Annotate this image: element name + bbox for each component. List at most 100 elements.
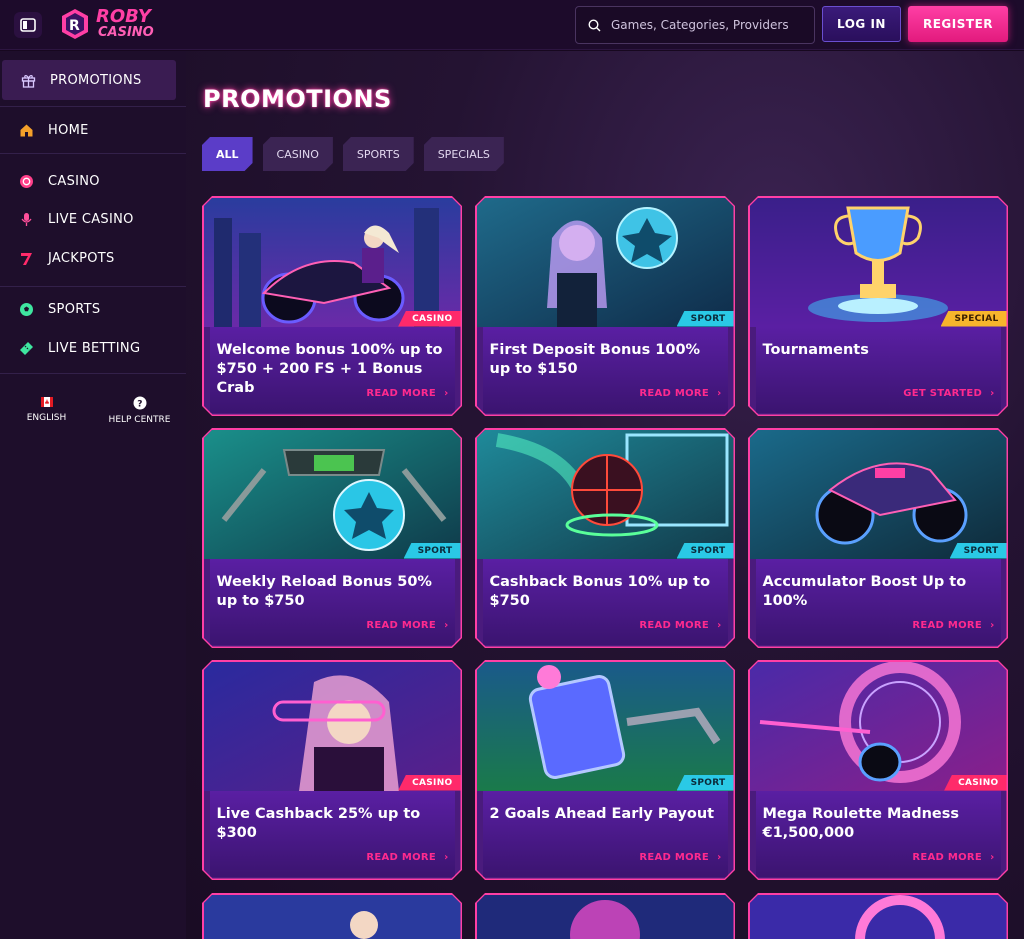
promo-card-partial[interactable] [475, 893, 735, 939]
tab-sports[interactable]: SPORTS [343, 137, 414, 171]
category-badge: CASINO [398, 311, 460, 327]
card-title: 2 Goals Ahead Early Payout [489, 805, 715, 822]
category-badge: SPORT [950, 543, 1007, 559]
category-badge: SPORT [404, 543, 461, 559]
read-more-link[interactable]: READ MORE › [366, 852, 448, 863]
category-badge: SPORT [677, 311, 734, 327]
read-more-link[interactable]: READ MORE › [366, 388, 448, 399]
seven-icon [18, 250, 34, 266]
promo-card-live-cashback[interactable]: CASINO Live Cashback 25% up to $300 READ… [202, 660, 462, 880]
svg-text:R: R [69, 18, 80, 34]
card-title: Live Cashback 25% up to $300 [216, 805, 421, 841]
cta-label: READ MORE [366, 851, 437, 863]
sidebar-footer: ENGLISH ? HELP CENTRE [0, 396, 186, 425]
sidebar-item-home[interactable]: HOME [0, 110, 186, 150]
category-badge: SPECIAL [941, 311, 1007, 327]
card-title: Weekly Reload Bonus 50% up to $750 [216, 573, 432, 609]
sidebar-item-label: LIVE BETTING [48, 340, 141, 356]
promo-image-motorbike [750, 430, 1007, 559]
sidebar-item-label: LIVE CASINO [48, 211, 134, 227]
language-selector[interactable]: ENGLISH [0, 396, 93, 425]
promo-image-robot-ball [204, 430, 461, 559]
promo-card-partial[interactable] [748, 893, 1008, 939]
card-title: Mega Roulette Madness €1,500,000 [762, 805, 959, 841]
sidebar-toggle-icon[interactable] [14, 12, 42, 38]
sidebar-item-jackpots[interactable]: JACKPOTS [0, 238, 186, 278]
sidebar: PROMOTIONS HOME CASINO LIVE CASINO JACKP… [0, 51, 186, 939]
ticket-icon [18, 340, 34, 356]
sidebar-item-live-casino[interactable]: LIVE CASINO [0, 199, 186, 239]
sidebar-divider [0, 286, 186, 287]
sidebar-divider [0, 106, 186, 107]
card-title: Accumulator Boost Up to 100% [762, 573, 967, 609]
login-button[interactable]: LOG IN [822, 6, 901, 42]
sidebar-item-casino[interactable]: CASINO [0, 161, 186, 201]
tab-all[interactable]: ALL [202, 137, 253, 171]
promo-image-partial [204, 895, 461, 939]
cta-label: READ MORE [366, 619, 437, 631]
search-icon [588, 18, 601, 31]
promo-image-soccer-girl [477, 198, 734, 327]
read-more-link[interactable]: READ MORE › [912, 620, 994, 631]
read-more-link[interactable]: READ MORE › [639, 852, 721, 863]
promo-image-cyber-girl [204, 662, 461, 791]
category-badge: CASINO [398, 775, 460, 791]
chevron-right-icon: › [990, 619, 995, 631]
sidebar-item-promotions[interactable]: PROMOTIONS [2, 60, 176, 100]
sidebar-item-sports[interactable]: SPORTS [0, 289, 186, 329]
language-label: ENGLISH [26, 413, 67, 423]
gift-icon [20, 72, 36, 88]
register-button[interactable]: REGISTER [908, 6, 1008, 42]
canada-flag-icon [40, 397, 53, 407]
cta-label: GET STARTED [903, 387, 983, 399]
promo-card-first-deposit[interactable]: SPORT First Deposit Bonus 100% up to $15… [475, 196, 735, 416]
promo-tabs: ALL CASINO SPORTS SPECIALS [202, 137, 504, 171]
promo-card-accumulator[interactable]: SPORT Accumulator Boost Up to 100% READ … [748, 428, 1008, 648]
promo-card-partial[interactable] [202, 893, 462, 939]
get-started-link[interactable]: GET STARTED › [903, 388, 994, 399]
cta-label: READ MORE [912, 619, 983, 631]
promo-card-welcome[interactable]: CASINO Welcome bonus 100% up to $750 + 2… [202, 196, 462, 416]
sidebar-item-label: JACKPOTS [48, 250, 115, 266]
chevron-right-icon: › [717, 851, 722, 863]
promo-card-tournaments[interactable]: SPECIAL Tournaments GET STARTED › [748, 196, 1008, 416]
category-badge: SPORT [677, 775, 734, 791]
category-badge: SPORT [677, 543, 734, 559]
cta-label: READ MORE [639, 851, 710, 863]
card-title: First Deposit Bonus 100% up to $150 [489, 341, 701, 377]
microphone-icon [18, 211, 34, 227]
tab-casino[interactable]: CASINO [263, 137, 333, 171]
search-box[interactable] [575, 6, 815, 44]
page-title: PROMOTIONS [203, 85, 392, 113]
help-centre-link[interactable]: ? HELP CENTRE [93, 396, 186, 425]
cta-label: READ MORE [639, 619, 710, 631]
tab-specials[interactable]: SPECIALS [424, 137, 504, 171]
cta-label: READ MORE [639, 387, 710, 399]
promo-image-phone-stadium [477, 662, 734, 791]
category-badge: CASINO [944, 775, 1006, 791]
promo-image-partial [750, 895, 1007, 939]
promo-image-basketball-hoop [477, 430, 734, 559]
read-more-link[interactable]: READ MORE › [912, 852, 994, 863]
sidebar-item-live-betting[interactable]: LIVE BETTING [0, 328, 186, 368]
read-more-link[interactable]: READ MORE › [639, 620, 721, 631]
promo-card-cashback[interactable]: SPORT Cashback Bonus 10% up to $750 READ… [475, 428, 735, 648]
search-input[interactable] [611, 18, 801, 32]
promo-card-2-goals-ahead[interactable]: SPORT 2 Goals Ahead Early Payout READ MO… [475, 660, 735, 880]
read-more-link[interactable]: READ MORE › [366, 620, 448, 631]
promo-card-mega-roulette[interactable]: CASINO Mega Roulette Madness €1,500,000 … [748, 660, 1008, 880]
promo-card-weekly-reload[interactable]: SPORT Weekly Reload Bonus 50% up to $750… [202, 428, 462, 648]
sidebar-item-label: CASINO [48, 173, 100, 189]
sidebar-divider [0, 373, 186, 374]
card-title: Tournaments [762, 341, 869, 358]
read-more-link[interactable]: READ MORE › [639, 388, 721, 399]
top-bar: R ROBY CASINO LOG IN REGISTER [0, 0, 1024, 50]
help-label: HELP CENTRE [108, 415, 171, 425]
roby-casino-logo[interactable]: R ROBY CASINO [58, 7, 168, 43]
chevron-right-icon: › [990, 387, 995, 399]
chevron-right-icon: › [717, 619, 722, 631]
chevron-right-icon: › [990, 851, 995, 863]
sidebar-item-label: SPORTS [48, 301, 101, 317]
soccer-ball-icon [18, 301, 34, 317]
chip-icon [18, 173, 34, 189]
